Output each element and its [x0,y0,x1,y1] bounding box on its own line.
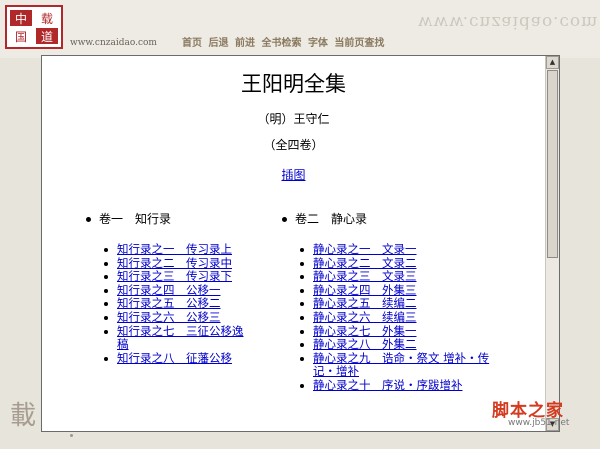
illustrations-link[interactable]: 插图 [281,168,305,182]
logo-char-1: 中 [15,11,27,26]
book-search-button[interactable]: 全书检索 [261,38,301,49]
find-in-page-button[interactable]: 当前页查找 [334,38,384,49]
list-item: 知行录之四 公移一 [104,283,254,298]
content-frame: 王阳明全集 （明）王守仁 （全四卷） 插图 卷一 知行录 知行录之一 传习录上 … [41,55,560,432]
chapter-link[interactable]: 静心录之四 外集三 [313,283,417,297]
volume1-label: 卷一 知行录 [99,212,172,226]
list-item: 知行录之一 传习录上 [104,242,254,257]
volume1-chapter-list: 知行录之一 传习录上 知行录之二 传习录中 知行录之三 传习录下 知行录之四 公… [104,242,254,366]
volume2-chapter-list: 静心录之一 文录一 静心录之二 文录二 静心录之三 文录三 静心录之四 外集三 … [300,242,505,393]
list-item: 知行录之五 公移二 [104,297,254,311]
list-item: 静心录之十 序说・序跋增补 [300,378,505,393]
home-button[interactable]: 首页 [182,38,202,49]
volumes-note: （全四卷） [263,138,324,152]
back-button[interactable]: 后退 [208,38,228,49]
toolbar: 首页 后退 前进 全书检索 字体 当前页查找 [182,34,387,49]
volume1-heading: 卷一 知行录 [86,210,171,227]
list-item: 知行录之七 三征公移逸稿 [104,324,254,352]
chapter-link[interactable]: 静心录之六 续编三 [313,310,417,324]
list-item: 静心录之九 诰命・祭文 增补・传记・增补 [300,351,505,379]
chapter-link[interactable]: 知行录之一 传习录上 [117,242,232,256]
left-decoration: 載 [10,401,37,431]
logo-char-3: 国 [15,30,27,44]
chapter-link[interactable]: 知行录之四 公移一 [117,283,221,297]
volume2-heading: 卷二 静心录 [282,210,367,227]
site-logo[interactable]: 中 载 国 道 [4,4,64,50]
top-banner: 中 载 国 道 www.cnzaidao.com 首页 后退 前进 全书检索 字… [0,0,600,58]
list-item: 静心录之四 外集三 [300,283,505,298]
bullet-icon [282,217,287,222]
list-item: 静心录之二 文录二 [300,256,505,271]
decor-dot [70,434,73,437]
chapter-link[interactable]: 静心录之七 外集一 [313,324,417,338]
list-item: 知行录之二 传习录中 [104,256,254,271]
list-item: 静心录之五 续编二 [300,297,505,311]
logo-char-4: 道 [41,30,53,44]
forward-button[interactable]: 前进 [235,38,255,49]
list-item: 知行录之六 公移三 [104,310,254,325]
bullet-icon [86,217,91,222]
banner-watermark: www.cnzaidao.com [418,12,599,32]
list-item: 静心录之七 外集一 [300,324,505,339]
scrollbar-thumb[interactable] [547,70,558,258]
vertical-scrollbar[interactable]: ▲ ▼ [545,56,559,431]
corner-watermark-url: www.jb51.net [508,418,570,428]
book-title: 王阳明全集 [241,72,346,96]
chapter-link[interactable]: 静心录之九 诰命・祭文 增补・传记・增补 [313,351,489,379]
chapter-link[interactable]: 知行录之二 传习录中 [117,256,232,270]
chapter-link[interactable]: 静心录之三 文录三 [313,269,417,283]
volume2-label: 卷二 静心录 [295,212,368,226]
chapter-link[interactable]: 静心录之一 文录一 [313,242,417,256]
chapter-link[interactable]: 静心录之二 文录二 [313,256,417,270]
list-item: 静心录之一 文录一 [300,242,505,257]
font-button[interactable]: 字体 [308,38,328,49]
chapter-link[interactable]: 静心录之十 序说・序跋增补 [313,378,463,392]
chapter-link[interactable]: 知行录之七 三征公移逸稿 [117,324,244,352]
list-item: 静心录之八 外集二 [300,337,505,352]
list-item: 静心录之六 续编三 [300,310,505,325]
chapter-link[interactable]: 静心录之五 续编二 [313,296,417,311]
book-contents: 王阳明全集 （明）王守仁 （全四卷） 插图 卷一 知行录 知行录之一 传习录上 … [42,56,545,431]
illustrations-section: 插图 [42,166,545,183]
site-url: www.cnzaidao.com [70,38,157,48]
chapter-link[interactable]: 知行录之三 传习录下 [117,269,232,283]
book-author: （明）王守仁 [257,112,330,126]
list-item: 知行录之八 征藩公移 [104,351,254,366]
chapter-link[interactable]: 知行录之五 公移二 [117,296,221,311]
logo-char-2: 载 [41,12,53,26]
list-item: 知行录之三 传习录下 [104,269,254,284]
scroll-up-arrow-icon[interactable]: ▲ [546,56,559,69]
chapter-link[interactable]: 静心录之八 外集二 [313,337,417,351]
list-item: 静心录之三 文录三 [300,269,505,284]
chapter-link[interactable]: 知行录之八 征藩公移 [117,351,232,365]
chapter-link[interactable]: 知行录之六 公移三 [117,310,221,324]
